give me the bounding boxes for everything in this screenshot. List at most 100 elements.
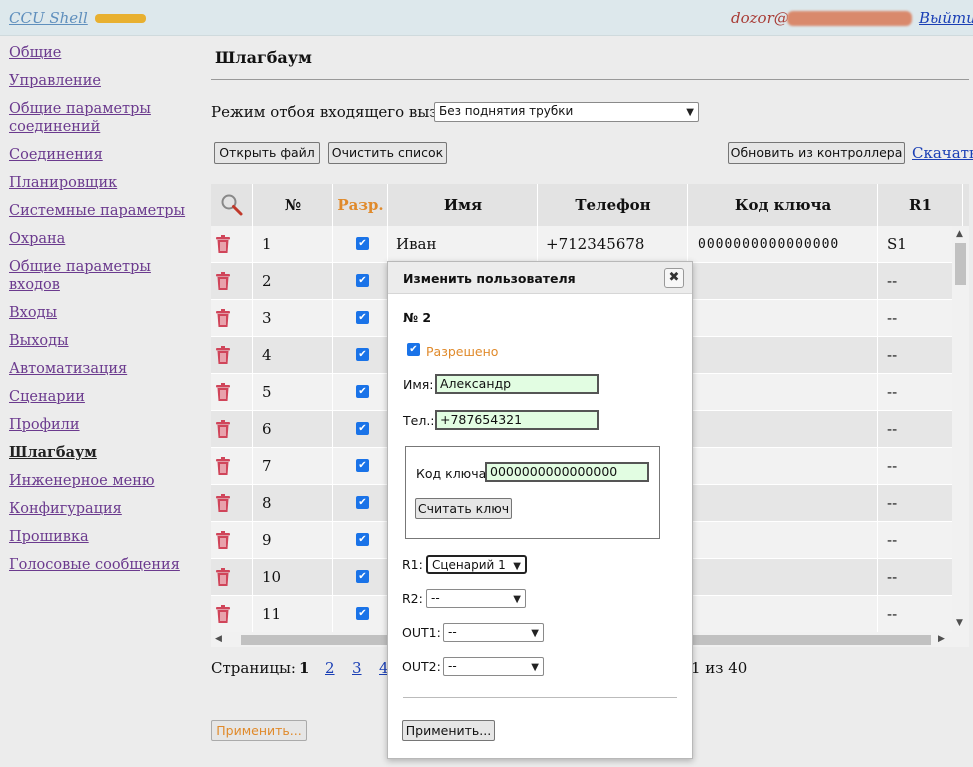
- allowed-checkbox[interactable]: ✔: [356, 274, 369, 287]
- call-mode-select[interactable]: Без поднятия трубки ▼: [434, 102, 699, 122]
- sidebar-item-scheduler[interactable]: Планировщик: [9, 174, 204, 192]
- sidebar-item-outputs[interactable]: Выходы: [9, 332, 204, 350]
- dialog-apply-button[interactable]: Применить...: [402, 720, 495, 741]
- close-icon[interactable]: ✖: [664, 268, 684, 288]
- allowed-checkbox[interactable]: ✔: [356, 348, 369, 361]
- cell-r1: --: [879, 596, 956, 632]
- scroll-down-icon[interactable]: ▼: [956, 618, 963, 628]
- search-column[interactable]: [211, 184, 253, 226]
- cell-key: 0000000000000000: [689, 226, 878, 263]
- dialog-title-bar[interactable]: Изменить пользователя ✖: [388, 262, 692, 294]
- r2-label: R2:: [402, 591, 423, 606]
- column-r1[interactable]: R1: [879, 184, 963, 226]
- sidebar-item-connections[interactable]: Соединения: [9, 146, 204, 164]
- app-title-link[interactable]: CCU Shell: [9, 9, 88, 27]
- column-phone[interactable]: Телефон: [539, 184, 688, 226]
- allowed-checkbox[interactable]: ✔: [356, 533, 369, 546]
- cell-key: [689, 559, 878, 596]
- apply-button[interactable]: Применить...: [211, 720, 307, 741]
- clear-list-button[interactable]: Очистить список: [328, 142, 447, 164]
- download-link[interactable]: Скачать: [912, 144, 973, 162]
- trash-icon[interactable]: [216, 272, 230, 290]
- open-file-button[interactable]: Открыть файл: [214, 142, 320, 164]
- column-key-code[interactable]: Код ключа: [689, 184, 878, 226]
- cell-r1: --: [879, 559, 956, 596]
- cell-number: 11: [254, 596, 333, 632]
- cell-number: 1: [254, 226, 333, 263]
- phone-field[interactable]: +787654321: [435, 410, 599, 430]
- trash-icon[interactable]: [216, 346, 230, 364]
- cell-number: 8: [254, 485, 333, 522]
- allowed-checkbox[interactable]: ✔: [356, 385, 369, 398]
- sidebar-item-security[interactable]: Охрана: [9, 230, 204, 248]
- chevron-down-icon: ▼: [686, 107, 694, 118]
- cell-r1: S1: [879, 226, 956, 263]
- logout-link[interactable]: Выйти: [919, 9, 973, 27]
- trash-icon[interactable]: [216, 531, 230, 549]
- allowed-checkbox[interactable]: ✔: [356, 570, 369, 583]
- sidebar-item-scenarios[interactable]: Сценарии: [9, 388, 204, 406]
- scroll-up-icon[interactable]: ▲: [956, 229, 963, 239]
- refresh-from-controller-button[interactable]: Обновить из контроллера: [728, 142, 905, 164]
- out1-select[interactable]: -- ▼: [443, 623, 544, 642]
- chevron-down-icon: ▼: [513, 561, 521, 572]
- sidebar-item-configuration[interactable]: Конфигурация: [9, 500, 204, 518]
- r2-select[interactable]: -- ▼: [426, 589, 526, 608]
- sidebar-item-general[interactable]: Общие: [9, 44, 204, 62]
- r1-select[interactable]: Сценарий 1 ▼: [426, 555, 527, 574]
- sidebar-item-voice-messages[interactable]: Голосовые сообщения: [9, 556, 204, 574]
- read-key-button[interactable]: Считать ключ: [415, 498, 512, 519]
- trash-icon[interactable]: [216, 420, 230, 438]
- allowed-checkbox[interactable]: ✔: [356, 496, 369, 509]
- column-number[interactable]: №: [254, 184, 333, 226]
- header: CCU Shell dozor@ Выйти: [0, 0, 973, 36]
- sidebar-item-engineering[interactable]: Инженерное меню: [9, 472, 204, 490]
- call-mode-label: Режим отбоя входящего вызова:: [211, 103, 469, 121]
- sidebar-item-connection-params[interactable]: Общие параметры соединений: [9, 100, 204, 136]
- sidebar-item-control[interactable]: Управление: [9, 72, 204, 90]
- cell-number: 9: [254, 522, 333, 559]
- vertical-scrollbar[interactable]: ▲ ▼: [952, 226, 969, 632]
- allowed-checkbox[interactable]: ✔: [407, 343, 420, 356]
- vertical-scroll-thumb[interactable]: [955, 243, 966, 285]
- sidebar-item-automation[interactable]: Автоматизация: [9, 360, 204, 378]
- sidebar-item-firmware[interactable]: Прошивка: [9, 528, 204, 546]
- column-name[interactable]: Имя: [389, 184, 538, 226]
- trash-icon[interactable]: [216, 309, 230, 327]
- table-header: № Разр. Имя Телефон Код ключа R1: [211, 184, 969, 226]
- key-group: [405, 446, 660, 539]
- trash-icon[interactable]: [216, 235, 230, 253]
- page-2-link[interactable]: 2: [325, 659, 335, 677]
- search-icon[interactable]: [220, 193, 244, 217]
- name-label: Имя:: [403, 377, 434, 392]
- scroll-right-icon[interactable]: ▶: [938, 634, 945, 644]
- out2-select[interactable]: -- ▼: [443, 657, 544, 676]
- allowed-checkbox[interactable]: ✔: [356, 237, 369, 250]
- scroll-left-icon[interactable]: ◀: [215, 634, 222, 644]
- trash-icon[interactable]: [216, 457, 230, 475]
- sidebar-item-input-params[interactable]: Общие параметры входов: [9, 258, 204, 294]
- sidebar-item-profiles[interactable]: Профили: [9, 416, 204, 434]
- cell-r1: --: [879, 448, 956, 485]
- sidebar-item-inputs[interactable]: Входы: [9, 304, 204, 322]
- trash-cell: [211, 300, 253, 337]
- sidebar-item-system-params[interactable]: Системные параметры: [9, 202, 204, 220]
- trash-cell: [211, 448, 253, 485]
- out1-value: --: [448, 625, 457, 639]
- page-3-link[interactable]: 3: [352, 659, 362, 677]
- trash-icon[interactable]: [216, 383, 230, 401]
- allowed-checkbox[interactable]: ✔: [356, 422, 369, 435]
- out2-value: --: [448, 659, 457, 673]
- name-field[interactable]: Александр: [435, 374, 599, 394]
- column-allowed[interactable]: Разр.: [334, 184, 388, 226]
- sidebar-item-barrier[interactable]: Шлагбаум: [9, 444, 204, 462]
- trash-icon[interactable]: [216, 605, 230, 623]
- trash-icon[interactable]: [216, 568, 230, 586]
- allowed-checkbox[interactable]: ✔: [356, 311, 369, 324]
- table-row[interactable]: 1 Иван +712345678 0000000000000000 S1 ✔: [211, 226, 956, 263]
- allowed-checkbox[interactable]: ✔: [356, 607, 369, 620]
- trash-icon[interactable]: [216, 494, 230, 512]
- cell-number: 10: [254, 559, 333, 596]
- key-code-field[interactable]: 0000000000000000: [485, 462, 649, 482]
- allowed-checkbox[interactable]: ✔: [356, 459, 369, 472]
